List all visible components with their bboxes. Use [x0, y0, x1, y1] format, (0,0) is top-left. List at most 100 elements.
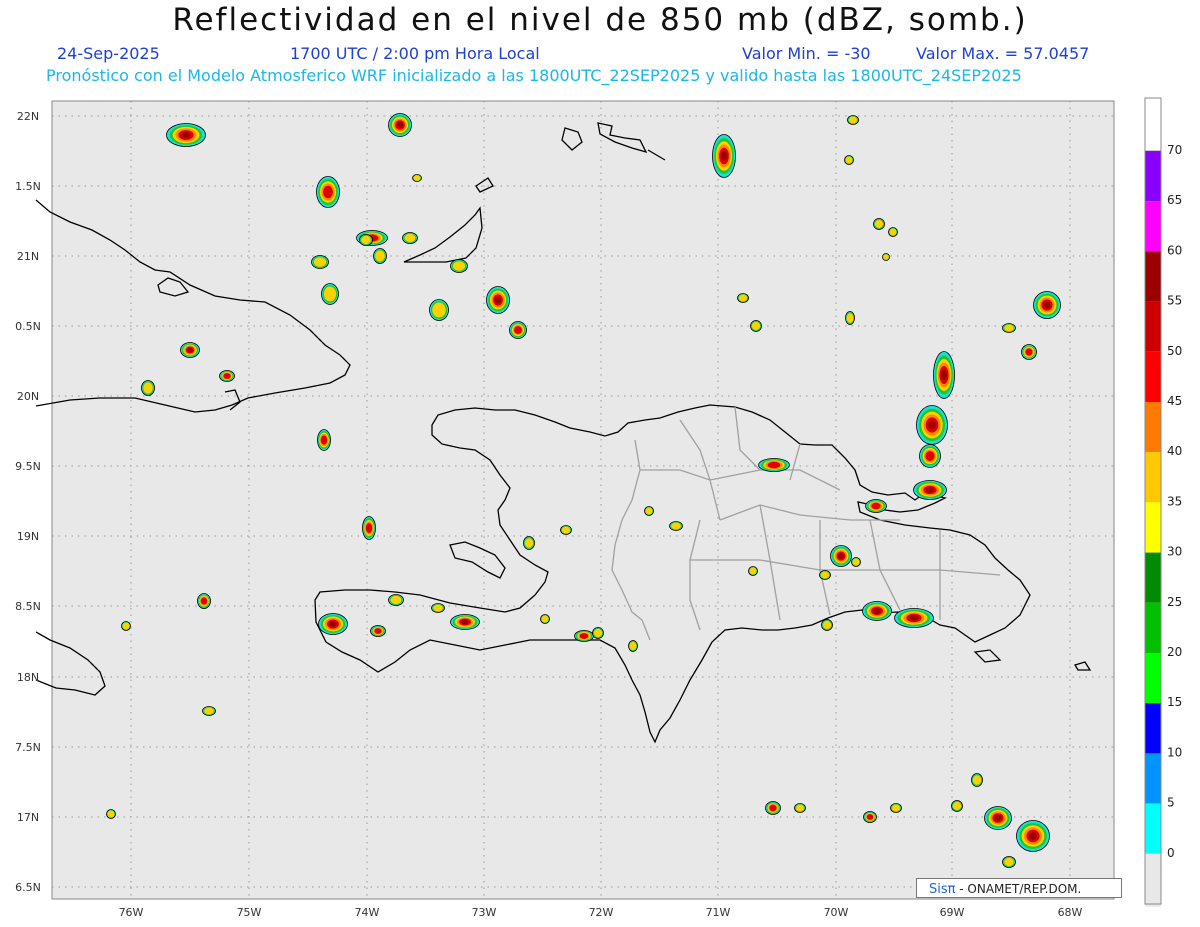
colorbar-swatch — [1145, 602, 1161, 653]
y-tick-label: 18N — [17, 671, 39, 684]
echo-cell — [882, 253, 890, 261]
y-tick-label: 22N — [17, 110, 39, 123]
echo-cell — [1033, 291, 1061, 319]
y-tick-label: 8.5N — [15, 600, 41, 613]
colorbar-swatch — [1145, 201, 1161, 252]
reflectivity-map: 7065605550454035302520151050 76W 75W 74W 73… — [15, 97, 1182, 919]
colorbar-label: 55 — [1167, 294, 1182, 308]
echo-cell — [402, 232, 418, 244]
echo-cell — [106, 809, 116, 819]
y-tick-label: 6.5N — [15, 881, 41, 894]
echo-cell — [862, 601, 892, 621]
colorbar-label: 20 — [1167, 645, 1182, 659]
echo-cell — [450, 259, 468, 273]
echo-cell — [318, 613, 348, 635]
echo-cell — [560, 525, 572, 535]
echo-cell — [321, 283, 339, 305]
colorbar-swatch — [1145, 653, 1161, 704]
echo-cell — [712, 134, 736, 178]
echo-cell — [316, 176, 340, 208]
y-tick-label: 20N — [17, 390, 39, 403]
x-tick-label: 70W — [824, 906, 849, 919]
colorbar-label: 30 — [1167, 545, 1182, 559]
colorbar-label: 15 — [1167, 695, 1182, 709]
echo-cell — [362, 516, 376, 540]
echo-cell — [450, 614, 480, 630]
echo-cell — [574, 630, 594, 642]
x-tick-label: 73W — [472, 906, 497, 919]
y-tick-label: 19N — [17, 530, 39, 543]
colorbar-label: 70 — [1167, 143, 1182, 157]
credit-box: Sisπ - ONAMET/REP.DOM. — [916, 878, 1122, 898]
echo-cell — [971, 773, 983, 787]
echo-cell — [851, 557, 861, 567]
echo-cell — [888, 227, 898, 237]
echo-cell — [737, 293, 749, 303]
echo-cell — [202, 706, 216, 716]
colorbar-swatch — [1145, 502, 1161, 553]
echo-cell — [311, 255, 329, 269]
echo-cell — [317, 429, 331, 451]
echo-cell — [370, 625, 386, 637]
echo-cell — [845, 311, 855, 325]
map-frame — [51, 100, 1115, 900]
colorbar-swatch — [1145, 552, 1161, 603]
echo-cell — [758, 458, 790, 472]
colorbar-label: 25 — [1167, 595, 1182, 609]
colorbar: 7065605550454035302520151050 — [1144, 97, 1182, 907]
echo-cell — [830, 545, 852, 567]
echo-cell — [863, 811, 877, 823]
echo-cell — [821, 619, 833, 631]
echo-cell — [180, 342, 200, 358]
echo-cell — [750, 320, 762, 332]
x-tick-label: 75W — [237, 906, 262, 919]
y-tick-label: 21N — [17, 250, 39, 263]
echo-cell — [913, 480, 947, 500]
colorbar-label: 40 — [1167, 444, 1182, 458]
colorbar-swatch — [1145, 351, 1161, 402]
echo-cell — [197, 593, 211, 609]
echo-cell — [873, 218, 885, 230]
echo-cell — [919, 444, 941, 468]
colorbar-swatch — [1145, 251, 1161, 302]
colorbar-swatch — [1145, 753, 1161, 804]
y-tick-label: 7.5N — [15, 741, 41, 754]
echo-cell — [523, 536, 535, 550]
colorbar-swatch — [1145, 301, 1161, 352]
echo-cell — [1002, 856, 1016, 868]
echo-cell — [121, 621, 131, 631]
colorbar-swatch — [1145, 853, 1161, 907]
echo-cell — [644, 506, 654, 516]
colorbar-label: 65 — [1167, 193, 1182, 207]
echo-cell — [1021, 344, 1037, 360]
echo-cell — [844, 155, 854, 165]
colorbar-swatch — [1145, 803, 1161, 854]
echo-cell — [540, 614, 550, 624]
echo-cell — [1016, 820, 1050, 852]
echo-cell — [984, 806, 1012, 830]
colorbar-swatch — [1145, 452, 1161, 503]
colorbar-swatch — [1145, 402, 1161, 453]
echo-cell — [359, 234, 373, 246]
y-tick-label: 17N — [17, 811, 39, 824]
echo-cell — [219, 370, 235, 382]
echo-cell — [431, 603, 445, 613]
x-tick-label: 72W — [589, 906, 614, 919]
echo-cell — [429, 299, 449, 321]
colorbar-top — [1144, 97, 1162, 152]
echo-cell — [141, 380, 155, 396]
echo-cell — [669, 521, 683, 531]
echo-cell — [765, 801, 781, 815]
echo-cell — [748, 566, 758, 576]
colorbar-label: 45 — [1167, 394, 1182, 408]
echo-cell — [819, 570, 831, 580]
echo-cell — [951, 800, 963, 812]
colorbar-swatch — [1145, 703, 1161, 754]
echo-cell — [412, 174, 422, 182]
colorbar-label: 5 — [1167, 796, 1175, 810]
echo-cell — [486, 286, 510, 314]
echo-cell — [388, 113, 412, 137]
colorbar-label: 10 — [1167, 745, 1182, 759]
echo-cell — [933, 351, 955, 399]
x-tick-label: 71W — [706, 906, 731, 919]
